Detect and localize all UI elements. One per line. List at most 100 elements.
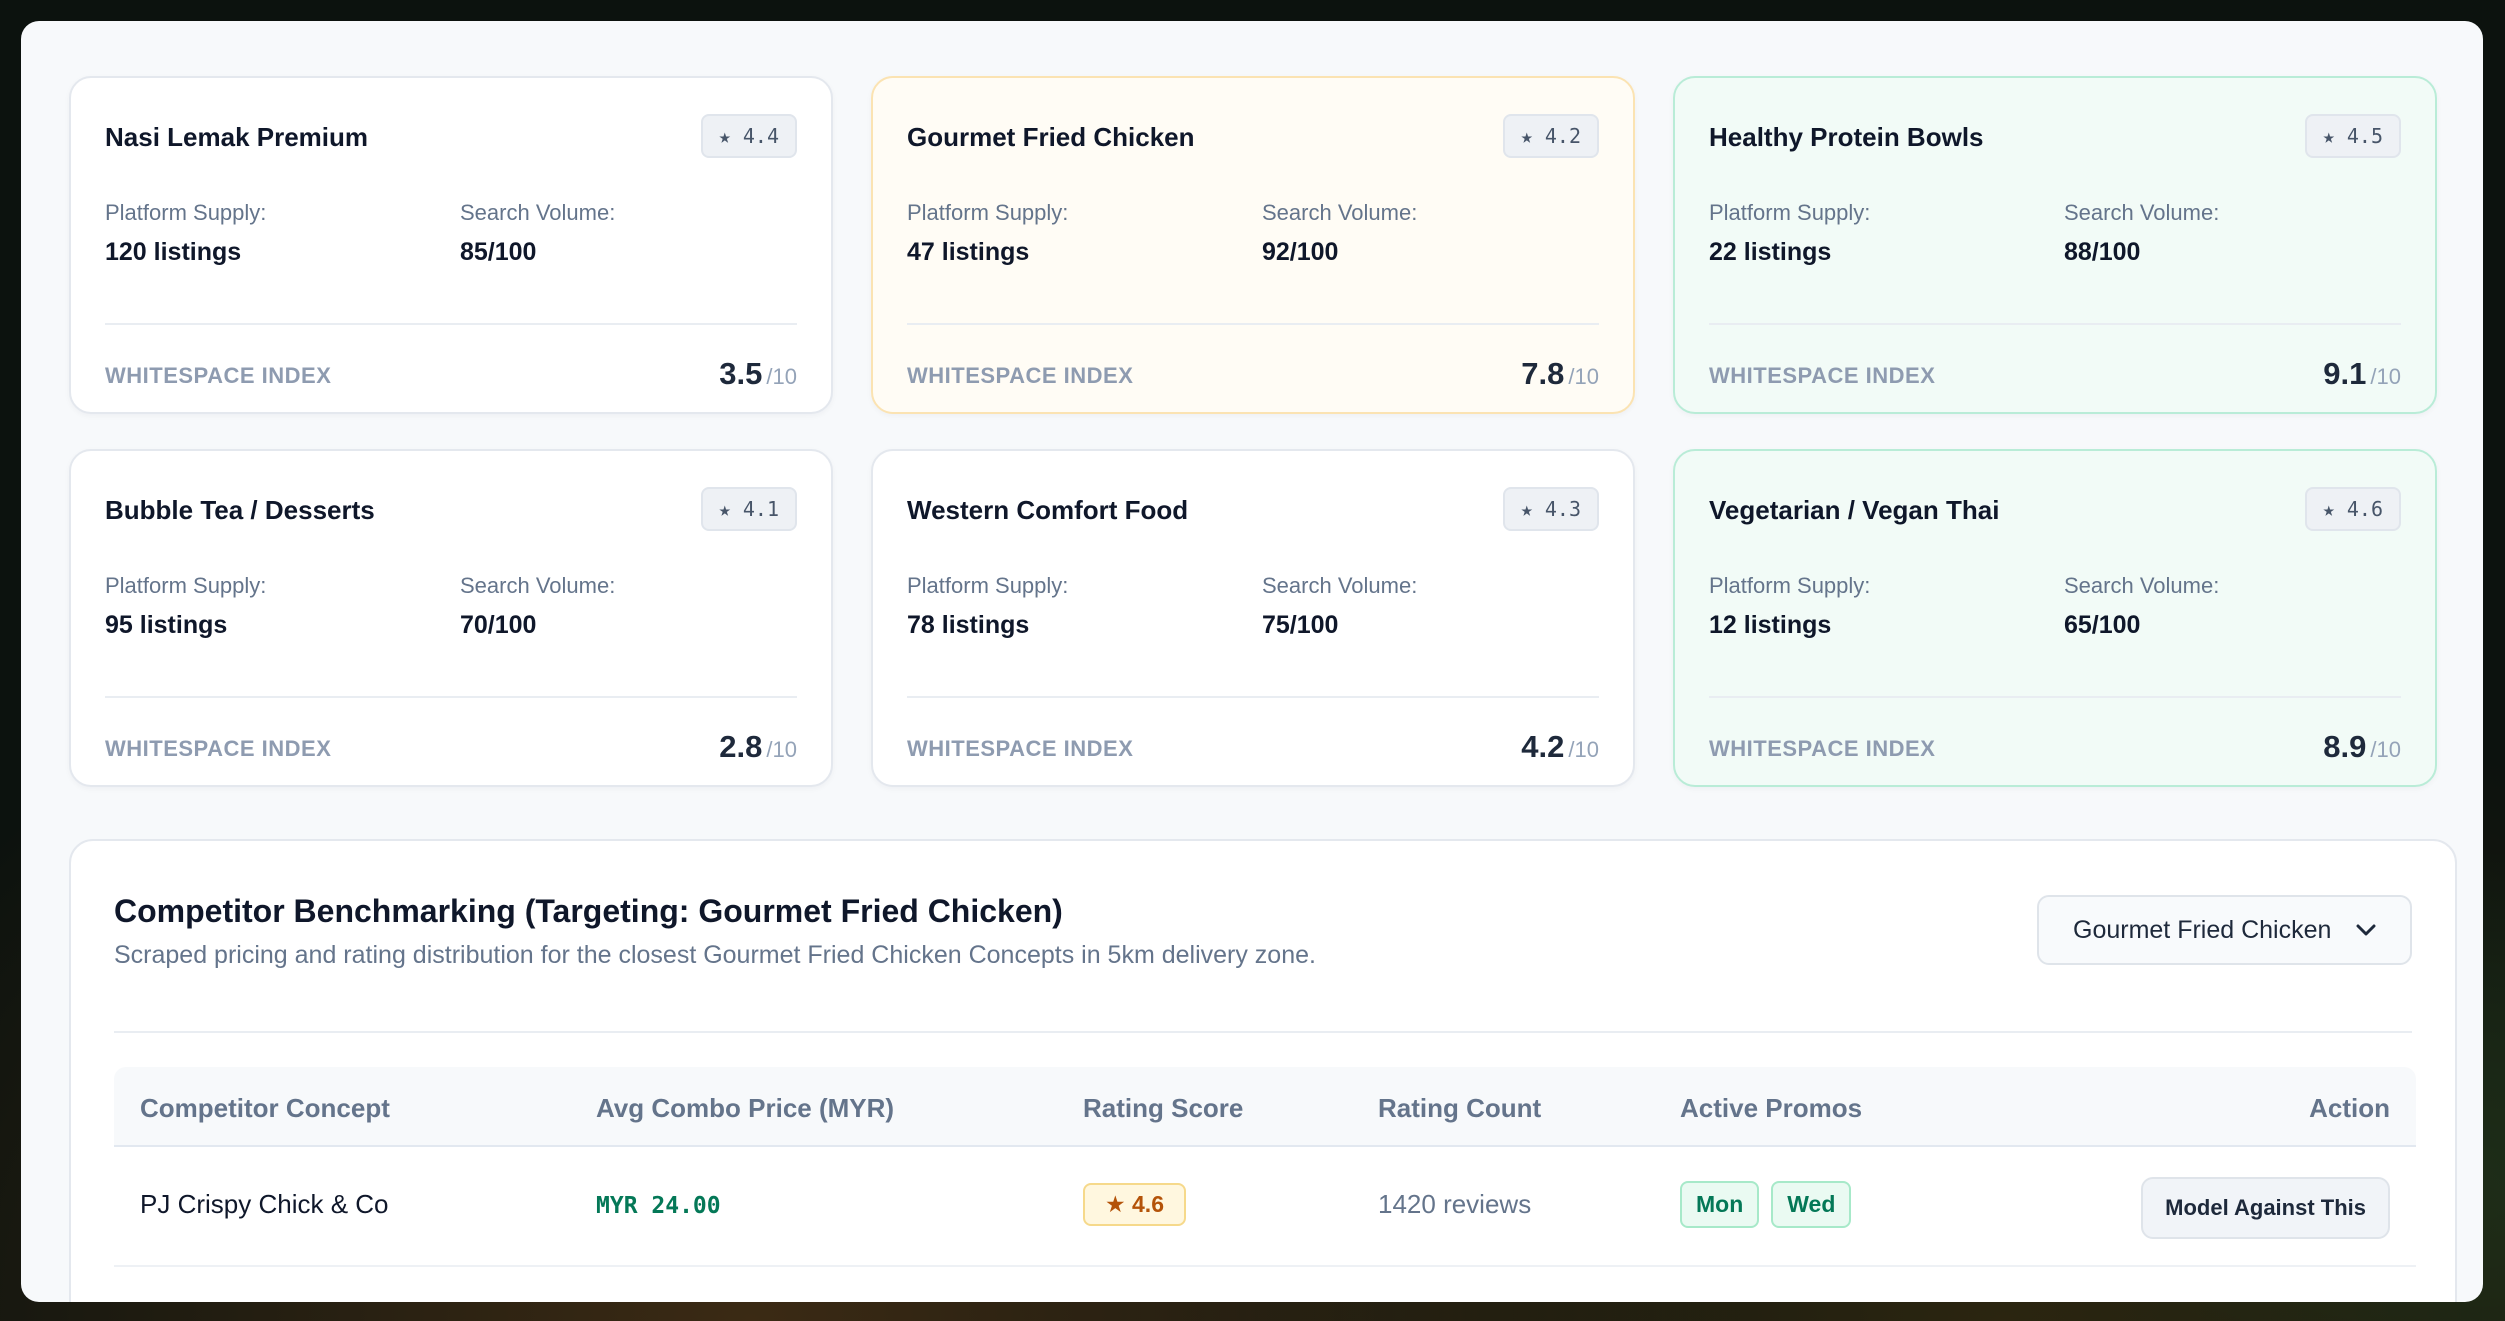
search-label: Search Volume: — [460, 200, 616, 225]
card-title: Healthy Protein Bowls — [1709, 122, 1984, 152]
supply-metric: Platform Supply: 47 listings — [907, 200, 1068, 267]
search-label: Search Volume: — [460, 573, 616, 598]
category-card[interactable]: Bubble Tea / Desserts ★ 4.1 Platform Sup… — [69, 449, 833, 787]
index-value: 8.9 — [2323, 729, 2367, 764]
select-value: Gourmet Fried Chicken — [2073, 915, 2332, 944]
whitespace-index-label: WHITESPACE INDEX — [907, 363, 1134, 388]
card-title: Bubble Tea / Desserts — [105, 495, 375, 525]
search-value: 70/100 — [460, 611, 537, 639]
search-metric: Search Volume: 85/100 — [460, 200, 615, 267]
card-title: Western Comfort Food — [907, 495, 1189, 525]
column-header: Action — [2309, 1093, 2390, 1123]
search-value: 65/100 — [2064, 611, 2141, 639]
whitespace-index-score: 9.1/10 — [2323, 356, 2401, 392]
search-value: 92/100 — [1262, 238, 1339, 266]
card-divider — [105, 696, 797, 698]
index-value: 9.1 — [2323, 356, 2367, 391]
supply-label: Platform Supply: — [1709, 200, 1871, 225]
category-card[interactable]: Healthy Protein Bowls ★ 4.5 Platform Sup… — [1673, 76, 2437, 414]
rating-badge: ★ 4.3 — [1502, 487, 1599, 531]
supply-label: Platform Supply: — [907, 573, 1069, 598]
supply-metric: Platform Supply: 120 listings — [105, 200, 266, 267]
chevron-down-icon — [2356, 917, 2376, 943]
category-card-grid: Nasi Lemak Premium ★ 4.4 Platform Supply… — [69, 76, 2457, 787]
index-value: 4.2 — [1521, 729, 1565, 764]
column-header[interactable]: Active Promos — [1680, 1093, 1862, 1124]
card-title: Vegetarian / Vegan Thai — [1709, 495, 2000, 525]
rating-score-badge: ★ 4.6 — [1083, 1183, 1186, 1226]
whitespace-index-label: WHITESPACE INDEX — [907, 736, 1134, 761]
whitespace-index-label: WHITESPACE INDEX — [1709, 363, 1936, 388]
index-denominator: /10 — [766, 737, 797, 762]
whitespace-index-score: 2.8/10 — [719, 729, 797, 765]
category-card[interactable]: Vegetarian / Vegan Thai ★ 4.6 Platform S… — [1673, 449, 2437, 787]
column-header[interactable]: Rating Count — [1378, 1093, 1541, 1124]
search-label: Search Volume: — [2064, 200, 2220, 225]
supply-metric: Platform Supply: 95 listings — [105, 573, 266, 640]
card-title: Gourmet Fried Chicken — [907, 122, 1195, 152]
whitespace-index-label: WHITESPACE INDEX — [105, 363, 332, 388]
rating-badge: ★ 4.6 — [2304, 487, 2401, 531]
supply-label: Platform Supply: — [1709, 573, 1871, 598]
panel-divider — [114, 1031, 2412, 1033]
promo-tag: Mon — [1680, 1181, 1760, 1228]
search-label: Search Volume: — [1262, 573, 1418, 598]
card-divider — [1709, 696, 2401, 698]
column-header[interactable]: Avg Combo Price (MYR) — [596, 1093, 894, 1124]
card-divider — [907, 696, 1599, 698]
whitespace-index-score: 4.2/10 — [1521, 729, 1599, 765]
search-metric: Search Volume: 65/100 — [2064, 573, 2219, 640]
card-divider — [105, 323, 797, 325]
card-divider — [907, 323, 1599, 325]
supply-value: 120 listings — [105, 238, 242, 266]
search-metric: Search Volume: 92/100 — [1262, 200, 1417, 267]
search-value: 88/100 — [2064, 238, 2141, 266]
supply-metric: Platform Supply: 22 listings — [1709, 200, 1870, 267]
search-value: 75/100 — [1262, 611, 1339, 639]
whitespace-index-score: 3.5/10 — [719, 356, 797, 392]
category-card[interactable]: Western Comfort Food ★ 4.3 Platform Supp… — [871, 449, 1635, 787]
whitespace-index-score: 8.9/10 — [2323, 729, 2401, 765]
rating-badge: ★ 4.1 — [700, 487, 797, 531]
promo-tag: Wed — [1771, 1181, 1852, 1228]
supply-label: Platform Supply: — [105, 200, 267, 225]
index-denominator: /10 — [1568, 737, 1599, 762]
rating-badge: ★ 4.5 — [2304, 114, 2401, 158]
rating-badge: ★ 4.2 — [1502, 114, 1599, 158]
category-select[interactable]: Gourmet Fried Chicken — [2037, 895, 2412, 965]
search-label: Search Volume: — [2064, 573, 2220, 598]
supply-metric: Platform Supply: 12 listings — [1709, 573, 1870, 640]
supply-value: 12 listings — [1709, 611, 1832, 639]
dashboard-window: Nasi Lemak Premium ★ 4.4 Platform Supply… — [21, 21, 2483, 1302]
panel-title: Competitor Benchmarking (Targeting: Gour… — [114, 893, 1063, 929]
model-against-button[interactable]: Model Against This — [2141, 1177, 2390, 1239]
search-label: Search Volume: — [1262, 200, 1418, 225]
supply-label: Platform Supply: — [907, 200, 1069, 225]
category-card[interactable]: Gourmet Fried Chicken ★ 4.2 Platform Sup… — [871, 76, 1635, 414]
index-value: 7.8 — [1521, 356, 1565, 391]
index-value: 3.5 — [719, 356, 763, 391]
table-row: PJ Crispy Chick & Co MYR 24.00 ★ 4.6 142… — [114, 1147, 2416, 1267]
column-header[interactable]: Rating Score — [1083, 1093, 1243, 1124]
supply-value: 78 listings — [907, 611, 1030, 639]
whitespace-index-score: 7.8/10 — [1521, 356, 1599, 392]
column-header[interactable]: Competitor Concept — [140, 1093, 390, 1124]
card-divider — [1709, 323, 2401, 325]
competitor-table: Competitor Concept Avg Combo Price (MYR)… — [114, 1067, 2416, 1267]
category-card[interactable]: Nasi Lemak Premium ★ 4.4 Platform Supply… — [69, 76, 833, 414]
active-promos: Mon Wed — [1680, 1181, 1852, 1228]
search-metric: Search Volume: 70/100 — [460, 573, 615, 640]
supply-metric: Platform Supply: 78 listings — [907, 573, 1068, 640]
supply-value: 47 listings — [907, 238, 1030, 266]
supply-value: 95 listings — [105, 611, 228, 639]
whitespace-index-label: WHITESPACE INDEX — [105, 736, 332, 761]
supply-value: 22 listings — [1709, 238, 1832, 266]
search-metric: Search Volume: 75/100 — [1262, 573, 1417, 640]
table-header: Competitor Concept Avg Combo Price (MYR)… — [114, 1067, 2416, 1147]
index-denominator: /10 — [2370, 364, 2401, 389]
supply-label: Platform Supply: — [105, 573, 267, 598]
index-denominator: /10 — [766, 364, 797, 389]
rating-count: 1420 reviews — [1378, 1189, 1532, 1219]
competitor-name: PJ Crispy Chick & Co — [140, 1189, 389, 1219]
rating-badge: ★ 4.4 — [700, 114, 797, 158]
